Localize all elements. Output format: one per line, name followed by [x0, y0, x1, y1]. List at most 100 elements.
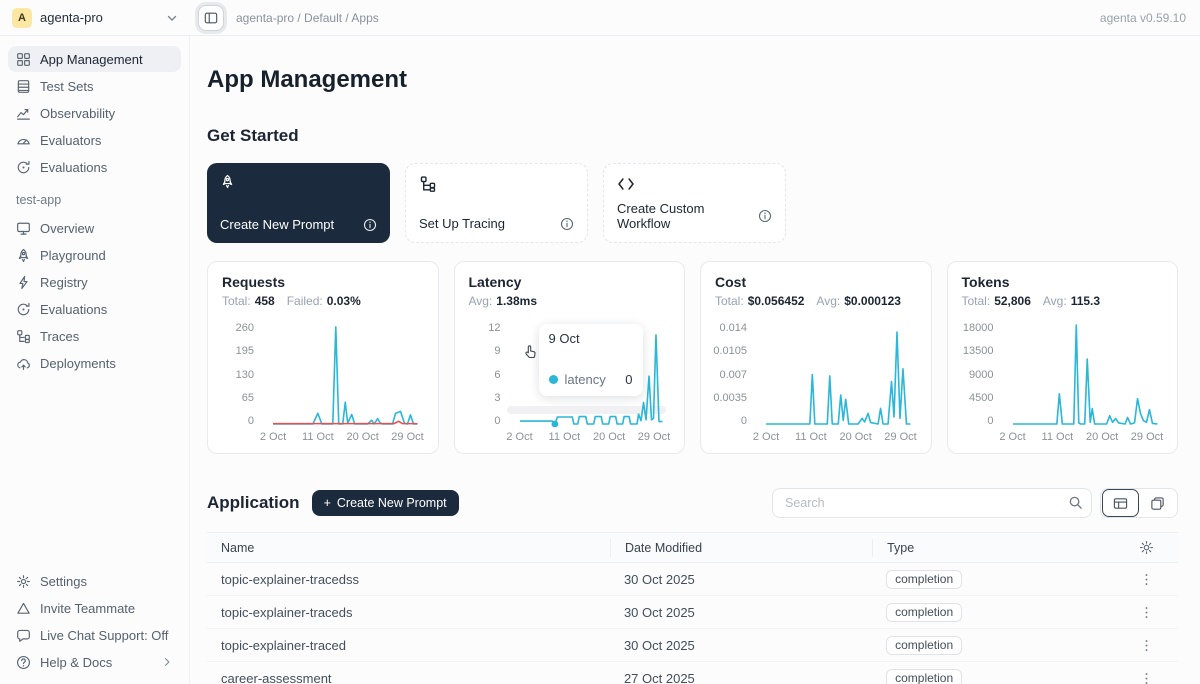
- table-row-career-assessment[interactable]: career-assessment27 Oct 2025completion: [207, 662, 1178, 684]
- table-settings-gear-icon[interactable]: [1139, 540, 1154, 555]
- column-header-date-modified[interactable]: Date Modified: [610, 539, 872, 557]
- x-tick: 29 Oct: [1131, 431, 1163, 443]
- y-tick: 0.007: [719, 369, 747, 381]
- column-header-name[interactable]: Name: [207, 541, 610, 555]
- sidebar-item-evaluations[interactable]: Evaluations: [8, 154, 181, 180]
- x-tick: 20 Oct: [593, 431, 625, 443]
- workspace-selector[interactable]: A agenta-pro: [0, 8, 190, 28]
- sidebar-item-invite-teammate[interactable]: Invite Teammate: [8, 595, 181, 621]
- sidebar-item-settings[interactable]: Settings: [8, 568, 181, 594]
- x-tick: 2 Oct: [260, 431, 286, 443]
- sidebar-item-deployments[interactable]: Deployments: [8, 350, 181, 376]
- metric-card-cost: CostTotal:$0.056452Avg:$0.0001230.0140.0…: [700, 261, 932, 454]
- sidebar-item-label: Evaluations: [40, 160, 107, 175]
- stat-avg-: Avg:1.38ms: [469, 294, 538, 308]
- row-menu-dots-icon[interactable]: [1139, 572, 1154, 587]
- sidebar-item-help-docs[interactable]: Help & Docs: [8, 649, 181, 675]
- metric-title: Tokens: [962, 274, 1164, 290]
- get-started-heading: Get Started: [207, 126, 1178, 146]
- info-icon[interactable]: [758, 209, 772, 223]
- sidebar: App ManagementTest SetsObservability Eval…: [0, 36, 190, 684]
- sidebar-item-label: Traces: [40, 329, 79, 344]
- info-icon[interactable]: [363, 218, 377, 232]
- date-modified-cell: 27 Oct 2025: [610, 671, 872, 684]
- breadcrumb[interactable]: agenta-pro / Default / Apps: [236, 11, 379, 25]
- sidebar-item-label: Live Chat Support: Off: [40, 628, 168, 643]
- requests-chart[interactable]: [262, 322, 424, 427]
- row-menu-dots-icon[interactable]: [1139, 638, 1154, 653]
- sidebar-item-traces[interactable]: Traces: [8, 323, 181, 349]
- metric-stats: Total:458Failed:0.03%: [222, 294, 424, 308]
- y-tick: 260: [236, 322, 254, 334]
- sidebar-item-label: Evaluators: [40, 133, 101, 148]
- card-view-button[interactable]: [1139, 489, 1176, 517]
- cost-chart[interactable]: [755, 322, 917, 427]
- table-row-topic-explainer-traced[interactable]: topic-explainer-traced30 Oct 2025complet…: [207, 629, 1178, 662]
- sidebar-item-label: Playground: [40, 248, 106, 263]
- search-input[interactable]: [772, 488, 1092, 518]
- type-cell: completion: [872, 636, 1090, 655]
- y-axis-ticks: 1800013500900045000: [962, 322, 1002, 427]
- sidebar-item-observability[interactable]: Observability: [8, 100, 181, 126]
- sidebar-item-label: Evaluations: [40, 302, 107, 317]
- info-icon[interactable]: [560, 217, 574, 231]
- metric-stats: Total:$0.056452Avg:$0.000123: [715, 294, 917, 308]
- card-label: Create New Prompt: [220, 217, 334, 232]
- create-new-prompt-label: Create New Prompt: [337, 496, 447, 510]
- row-menu-dots-icon[interactable]: [1139, 671, 1154, 684]
- stat-label: Avg:: [816, 294, 840, 308]
- table-icon: [16, 79, 31, 94]
- sidebar-item-live-chat-support-off[interactable]: Live Chat Support: Off: [8, 622, 181, 648]
- x-tick: 20 Oct: [1086, 431, 1118, 443]
- app-name-cell: topic-explainer-tracedss: [207, 572, 610, 587]
- create-custom-workflow-card[interactable]: Create Custom Workflow: [603, 163, 786, 243]
- sidebar-item-registry[interactable]: Registry: [8, 269, 181, 295]
- create-new-prompt-card[interactable]: Create New Prompt: [207, 163, 390, 243]
- stat-avg-: Avg:$0.000123: [816, 294, 901, 308]
- rocket-icon: [220, 174, 377, 189]
- table-row-topic-explainer-traceds[interactable]: topic-explainer-traceds30 Oct 2025comple…: [207, 596, 1178, 629]
- table-header-row: Name Date Modified Type: [207, 533, 1178, 563]
- gauge-icon: [16, 133, 31, 148]
- workspace-name: agenta-pro: [40, 10, 103, 25]
- triangle-icon: [16, 601, 31, 616]
- y-axis-ticks: 0.0140.01050.0070.00350: [715, 322, 755, 427]
- row-menu-dots-icon[interactable]: [1139, 605, 1154, 620]
- x-tick: 11 Oct: [549, 431, 581, 443]
- metric-stats: Avg:1.38ms: [469, 294, 671, 308]
- type-badge: completion: [886, 603, 962, 622]
- sidebar-item-test-sets[interactable]: Test Sets: [8, 73, 181, 99]
- sidebar-item-playground[interactable]: Playground: [8, 242, 181, 268]
- sidebar-item-evaluations[interactable]: Evaluations: [8, 296, 181, 322]
- type-cell: completion: [872, 603, 1090, 622]
- table-row-topic-explainer-tracedss[interactable]: topic-explainer-tracedss30 Oct 2025compl…: [207, 563, 1178, 596]
- tooltip-row: latency0: [549, 372, 633, 387]
- y-tick: 0: [741, 415, 747, 427]
- create-new-prompt-button[interactable]: + Create New Prompt: [312, 490, 459, 516]
- y-axis-ticks: 260195130650: [222, 322, 262, 427]
- search-icon[interactable]: [1068, 495, 1083, 510]
- sidebar-item-evaluators[interactable]: Evaluators: [8, 127, 181, 153]
- column-header-type[interactable]: Type: [872, 539, 1090, 557]
- x-axis-ticks: 2 Oct11 Oct20 Oct29 Oct: [262, 431, 424, 447]
- x-tick: 20 Oct: [839, 431, 871, 443]
- sidebar-item-overview[interactable]: Overview: [8, 215, 181, 241]
- sidebar-collapse-button[interactable]: [198, 5, 224, 31]
- sidebar-item-app-management[interactable]: App Management: [8, 46, 181, 72]
- stat-label: Avg:: [469, 294, 493, 308]
- x-tick: 29 Oct: [638, 431, 670, 443]
- refresh-icon: [16, 160, 31, 175]
- table-view-button[interactable]: [1102, 489, 1139, 517]
- app-name-cell: career-assessment: [207, 671, 610, 684]
- metric-title: Latency: [469, 274, 671, 290]
- y-tick: 3: [494, 392, 500, 404]
- type-badge: completion: [886, 570, 962, 589]
- metric-card-tokens: Tokens Total:52,806Avg:115.3 1800013500900…: [947, 261, 1179, 454]
- set-up-tracing-card[interactable]: Set Up Tracing: [405, 163, 588, 243]
- y-tick: 4500: [969, 392, 993, 404]
- tokens-chart[interactable]: [1002, 322, 1164, 427]
- metric-stats: Total:52,806Avg:115.3: [962, 294, 1164, 308]
- y-tick: 6: [494, 369, 500, 381]
- latency-chart[interactable]: 9 Octlatency0: [509, 322, 671, 427]
- sidebar-item-label: Registry: [40, 275, 88, 290]
